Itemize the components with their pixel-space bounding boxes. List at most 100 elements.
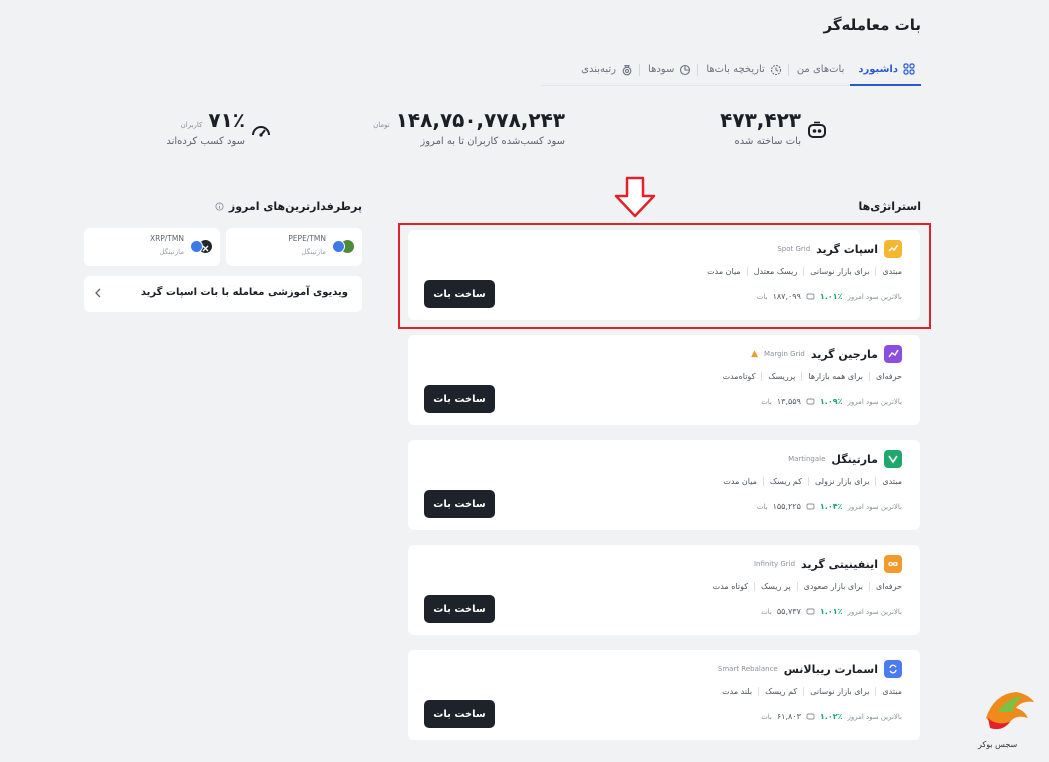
grid-icon	[903, 63, 915, 75]
strategy-name: اینفینیتی گرید	[801, 557, 878, 571]
strategy-tags: حرفه‌ای برای همه بازارها پرریسک کوتاه‌مدت	[717, 372, 902, 381]
pair-name: PEPE/TMN	[288, 234, 326, 243]
stat-label: بات ساخته شده	[734, 136, 801, 147]
tutorial-video-link[interactable]: ویدیوی آموزشی معامله با بات اسپات گرید	[84, 276, 362, 312]
strategy-tags: حرفه‌ای برای بازار صعودی پر ریسک کوتاه مدت	[707, 582, 902, 591]
strategy-tag: کوتاه مدت	[712, 582, 749, 591]
strategy-name: مارتینگل	[831, 452, 878, 466]
bots-suffix: بات	[761, 397, 772, 406]
tab-bar: داشبورد بات‌های من تاریخچه بات‌ها سودها …	[541, 54, 921, 86]
pair-type: مارتینگل	[159, 248, 184, 256]
strategy-tag: حرفه‌ای	[869, 582, 902, 591]
tab-label: داشبورد	[858, 63, 898, 75]
stat-bots: ۴۷۳,۴۲۳ بات ساخته شده	[720, 108, 801, 147]
robot-icon	[806, 398, 815, 405]
info-icon[interactable]	[215, 202, 224, 211]
strategy-tag: پر ریسک	[754, 582, 797, 591]
strategy-footer: بالاترین سود امروز ۱.۰۲٪ ۶۱,۸۰۳ بات	[761, 712, 902, 721]
strategy-tag: برای بازار نزولی	[807, 477, 875, 486]
strategy-tag: کم ریسک	[758, 687, 803, 696]
tab-label: بات‌های من	[796, 64, 845, 75]
profit-percent: ۱.۰۴٪	[819, 502, 843, 511]
strategy-tag: مبتدی	[875, 687, 902, 696]
martingale-icon	[884, 450, 902, 468]
stat-users: ۷۱٪ کاربران سود کسب کرده‌اند	[166, 108, 245, 147]
strategies-title: استراتژی‌ها	[858, 200, 921, 213]
coin-icons	[330, 240, 354, 254]
stat-value: ۴۷۳,۴۲۳	[720, 108, 801, 132]
popular-title: پرطرفدارترین‌های امروز	[215, 200, 362, 213]
stat-unit: تومان	[373, 121, 390, 129]
profit-percent: ۱.۰۹٪	[819, 397, 843, 406]
fire-icon: ▲	[751, 349, 759, 359]
toman-icon	[332, 240, 345, 253]
stat-value: ۱۴۸,۷۵۰,۷۷۸,۲۴۳	[395, 108, 565, 132]
stat-unit: کاربران	[180, 121, 203, 129]
highlight-box	[398, 223, 931, 329]
strategy-tag: مبتدی	[875, 477, 902, 486]
bot-count: ۶۱,۸۰۳	[776, 712, 801, 721]
create-bot-button[interactable]: ساخت بات	[424, 700, 495, 728]
create-bot-button[interactable]: ساخت بات	[424, 490, 495, 518]
tab-divider	[639, 63, 641, 76]
strategy-tag: برای همه بازارها	[801, 372, 869, 381]
history-icon	[770, 64, 781, 75]
strategy-tag: بلند مدت	[722, 687, 753, 696]
profit-percent: ۱.۰۱٪	[819, 607, 843, 616]
stat-label: سود کسب‌شده کاربران تا به امروز	[420, 136, 565, 147]
video-label: ویدیوی آموزشی معامله با بات اسپات گرید	[140, 287, 348, 298]
strategy-en-name: Smart Rebalance	[717, 665, 778, 673]
tab-bot-history[interactable]: تاریخچه بات‌ها	[698, 54, 787, 85]
strategy-en-name: Martingale	[788, 455, 826, 463]
tab-my-bots[interactable]: بات‌های من	[789, 54, 851, 85]
strategy-tag: برای بازار نوسانی	[803, 687, 875, 696]
bots-suffix: بات	[761, 607, 772, 616]
strategy-tags: مبتدی برای بازار نوسانی کم ریسک بلند مدت	[716, 687, 902, 696]
strategy-en-name: Margin Grid	[764, 350, 805, 358]
bot-count: ۱۳,۵۵۹	[776, 397, 801, 406]
create-bot-button[interactable]: ساخت بات	[424, 385, 495, 413]
tab-divider	[697, 63, 699, 76]
robot-icon	[806, 713, 815, 720]
medal-icon	[622, 64, 632, 75]
bot-count: ۱۵۵,۲۲۵	[772, 502, 801, 511]
robot-icon	[806, 608, 815, 615]
arrow-down-icon	[614, 176, 656, 218]
page-title: بات معامله‌گر	[823, 16, 921, 34]
tab-profits[interactable]: سودها	[640, 54, 697, 85]
pair-name: XRP/TMN	[149, 234, 184, 243]
strategy-en-name: Infinity Grid	[753, 560, 796, 568]
logo-icon	[986, 692, 1034, 730]
strategy-tag: حرفه‌ای	[869, 372, 902, 381]
strategy-card[interactable]: مارتینگل Martingale مبتدی برای بازار نزول…	[408, 440, 920, 530]
coin-icons	[188, 240, 212, 254]
popular-pair-card[interactable]: XRP/TMN مارتینگل	[84, 228, 220, 266]
logo-text: سجس بوکر	[978, 740, 1018, 749]
profit-label: بالاترین سود امروز	[847, 397, 902, 406]
strategy-card[interactable]: اینفینیتی گرید Infinity Grid حرفه‌ای برای…	[408, 545, 920, 635]
tab-divider	[787, 63, 789, 76]
stat-value: ۷۱٪	[208, 108, 245, 132]
profit-percent: ۱.۰۲٪	[819, 712, 843, 721]
strategy-card[interactable]: اسمارت ریبالانس Smart Rebalance مبتدی برا…	[408, 650, 920, 740]
tab-ranking[interactable]: رتبه‌بندی	[573, 54, 639, 85]
strategy-card[interactable]: مارجین گرید Margin Grid ▲ حرفه‌ای برای هم…	[408, 335, 920, 425]
bots-suffix: بات	[761, 712, 772, 721]
strategy-tag: کم ریسک	[762, 477, 808, 486]
popular-pair-card[interactable]: PEPE/TMN مارتینگل	[226, 228, 362, 266]
popular-title-text: پرطرفدارترین‌های امروز	[228, 200, 362, 213]
infinity-icon	[884, 555, 902, 573]
pair-type: مارتینگل	[301, 248, 326, 256]
bots-suffix: بات	[756, 502, 768, 511]
chevron-left-icon	[95, 288, 101, 298]
create-bot-button[interactable]: ساخت بات	[424, 595, 495, 623]
gauge-icon	[250, 120, 272, 146]
profit-label: بالاترین سود امروز	[847, 712, 902, 721]
strategy-footer: بالاترین سود امروز ۱.۰۱٪ ۵۵,۷۳۷ بات	[761, 607, 902, 616]
bot-count: ۵۵,۷۳۷	[776, 607, 801, 616]
strategy-footer: بالاترین سود امروز ۱.۰۴٪ ۱۵۵,۲۲۵ بات	[757, 502, 902, 511]
strategy-footer: بالاترین سود امروز ۱.۰۹٪ ۱۳,۵۵۹ بات	[761, 397, 902, 406]
strategy-tag: کوتاه‌مدت	[722, 372, 756, 381]
tab-label: سودها	[648, 64, 675, 75]
tab-dashboard[interactable]: داشبورد	[850, 54, 921, 86]
